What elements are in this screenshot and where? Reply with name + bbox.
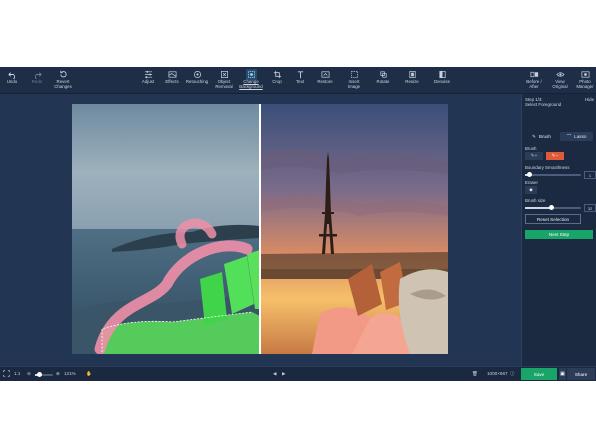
brush-tab-label: Brush bbox=[538, 134, 551, 139]
change-label-2: Background bbox=[239, 83, 263, 89]
previous-image-icon[interactable]: ◀ bbox=[273, 370, 277, 378]
after-image-graphic bbox=[260, 104, 448, 354]
revert-label-2: Changes bbox=[54, 83, 72, 89]
undo-button[interactable]: Undo bbox=[3, 69, 21, 91]
toolbar: Undo Redo Revert Changes Adjust Effects … bbox=[0, 67, 596, 94]
eraser-icon: ◆ bbox=[529, 187, 533, 192]
resize-label: Resize bbox=[405, 79, 419, 84]
photo-label-2: Manager bbox=[576, 83, 594, 89]
revert-changes-button[interactable]: Revert Changes bbox=[52, 69, 74, 91]
restore-button[interactable]: Restore bbox=[315, 69, 335, 91]
save-label: Save bbox=[533, 371, 545, 377]
eraser-button[interactable]: ◆ bbox=[525, 186, 537, 194]
fit-screen-button[interactable] bbox=[3, 370, 10, 380]
brush-size-label: Brush size bbox=[525, 198, 546, 203]
zoom-slider[interactable] bbox=[35, 372, 53, 377]
effects-button[interactable]: Effects bbox=[163, 69, 181, 91]
retouching-button[interactable]: Retouching bbox=[184, 69, 210, 91]
info-icon[interactable]: ⓘ bbox=[510, 370, 515, 378]
view-label-2: Original bbox=[552, 83, 568, 89]
denoise-button[interactable]: Denoise bbox=[431, 69, 453, 91]
text-button[interactable]: Text bbox=[291, 69, 309, 91]
hide-panel-link[interactable]: Hide bbox=[585, 97, 594, 102]
before-label-2: After bbox=[529, 83, 539, 89]
redo-label: Redo bbox=[31, 79, 43, 84]
tab-lasso[interactable]: ⌒ Lasso bbox=[560, 132, 593, 141]
trash-icon[interactable]: 🗑 bbox=[472, 370, 478, 378]
rotate-label: Rotate bbox=[376, 79, 390, 84]
after-image bbox=[260, 104, 448, 354]
insert-label-2: Image bbox=[347, 83, 361, 89]
retouching-label: Retouching bbox=[185, 79, 209, 84]
boundary-slider-knob[interactable] bbox=[527, 172, 532, 177]
image-dimensions: 1000×667 bbox=[487, 371, 508, 376]
save-button[interactable]: Save bbox=[521, 368, 557, 380]
before-image bbox=[72, 104, 260, 355]
save-disk-icon: ▣ bbox=[560, 371, 565, 377]
hand-tool-icon[interactable]: ✋ bbox=[86, 370, 92, 378]
adjust-button[interactable]: Adjust bbox=[139, 69, 157, 91]
reset-selection-button[interactable]: Reset Selection bbox=[525, 214, 581, 224]
brush-size-slider[interactable] bbox=[525, 205, 581, 210]
foreground-brush-button[interactable]: ✎+ bbox=[525, 152, 543, 160]
undo-label: Undo bbox=[6, 79, 18, 84]
background-brush-icon: ✎− bbox=[551, 153, 559, 158]
redo-button[interactable]: Redo bbox=[28, 69, 46, 91]
photo-manager-button[interactable]: Photo Manager bbox=[574, 69, 596, 91]
before-image-graphic bbox=[72, 104, 260, 355]
object-removal-button[interactable]: Object Removal bbox=[213, 69, 235, 91]
brush-section-label: Brush bbox=[525, 146, 537, 151]
effects-label: Effects bbox=[165, 79, 179, 84]
object-label-2: Removal bbox=[215, 83, 233, 89]
restore-label: Restore bbox=[317, 79, 333, 84]
compare-divider-handle[interactable] bbox=[259, 104, 261, 354]
right-panel: Step 1/3: Select Foreground Hide ✎ Brush… bbox=[521, 94, 596, 366]
foreground-brush-icon: ✎+ bbox=[530, 153, 538, 158]
share-label: Share bbox=[574, 371, 588, 377]
crop-label: Crop bbox=[272, 79, 282, 84]
crop-button[interactable]: Crop bbox=[268, 69, 286, 91]
next-image-icon[interactable]: ▶ bbox=[282, 370, 286, 378]
boundary-smoothness-slider[interactable] bbox=[525, 172, 581, 177]
denoise-label: Denoise bbox=[433, 79, 451, 84]
zoom-in-icon[interactable]: ⊕ bbox=[56, 370, 60, 378]
next-step-button[interactable]: Next Step bbox=[525, 230, 593, 239]
text-label: Text bbox=[295, 79, 305, 84]
brush-tab-icon: ✎ bbox=[532, 133, 536, 139]
step-title: Select Foreground bbox=[525, 102, 562, 107]
view-original-button[interactable]: View Original bbox=[550, 69, 570, 91]
actual-size-button[interactable]: 1:1 bbox=[14, 370, 20, 378]
boundary-value-input[interactable]: 1 bbox=[584, 171, 596, 179]
before-after-button[interactable]: Before / After bbox=[524, 69, 544, 91]
brush-size-slider-knob[interactable] bbox=[549, 205, 554, 210]
brush-size-value-input[interactable]: 32 bbox=[584, 204, 596, 212]
boundary-smoothness-label: Boundary Smoothness bbox=[525, 165, 570, 170]
zoom-level: 121% bbox=[64, 371, 76, 376]
lasso-tab-icon: ⌒ bbox=[566, 133, 572, 139]
eraser-label: Eraser bbox=[525, 180, 538, 185]
app-window: Undo Redo Revert Changes Adjust Effects … bbox=[0, 67, 596, 381]
adjust-label: Adjust bbox=[141, 79, 155, 84]
brush-size-slider-fill bbox=[525, 207, 551, 209]
share-button[interactable]: Share bbox=[567, 368, 595, 380]
zoom-slider-knob[interactable] bbox=[37, 372, 42, 377]
resize-button[interactable]: Resize bbox=[403, 69, 421, 91]
lasso-tab-label: Lasso bbox=[574, 134, 587, 139]
canvas-area[interactable] bbox=[0, 94, 521, 366]
background-brush-button[interactable]: ✎− bbox=[546, 152, 564, 160]
save-options-button[interactable]: ▣ bbox=[559, 368, 566, 380]
insert-image-button[interactable]: Insert Image bbox=[344, 69, 364, 91]
rotate-button[interactable]: Rotate bbox=[374, 69, 392, 91]
status-bar: 1:1 ⊖ ⊕ 121% ✋ ◀ ▶ 🗑 1000×667 ⓘ Save ▣ S… bbox=[0, 366, 596, 381]
fit-screen-icon bbox=[3, 370, 10, 377]
photo-preview[interactable] bbox=[72, 104, 448, 355]
change-background-button[interactable]: Change Background bbox=[238, 69, 264, 91]
zoom-out-icon[interactable]: ⊖ bbox=[27, 370, 31, 378]
tab-brush[interactable]: ✎ Brush bbox=[525, 132, 558, 141]
